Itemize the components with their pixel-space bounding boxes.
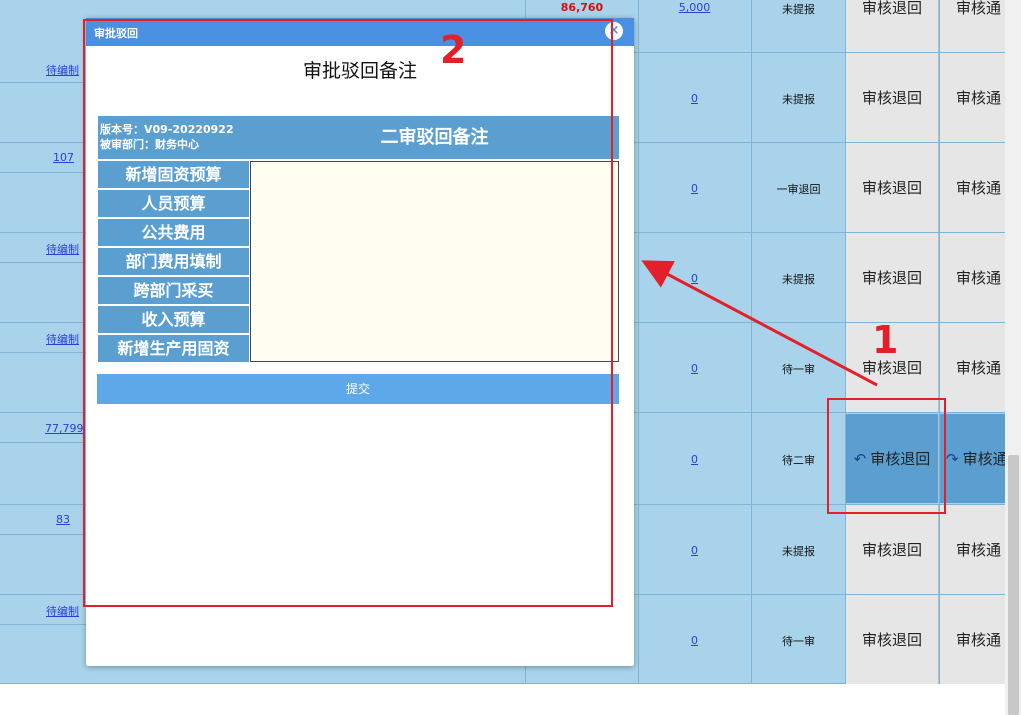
annotation-arrow [641,260,878,387]
